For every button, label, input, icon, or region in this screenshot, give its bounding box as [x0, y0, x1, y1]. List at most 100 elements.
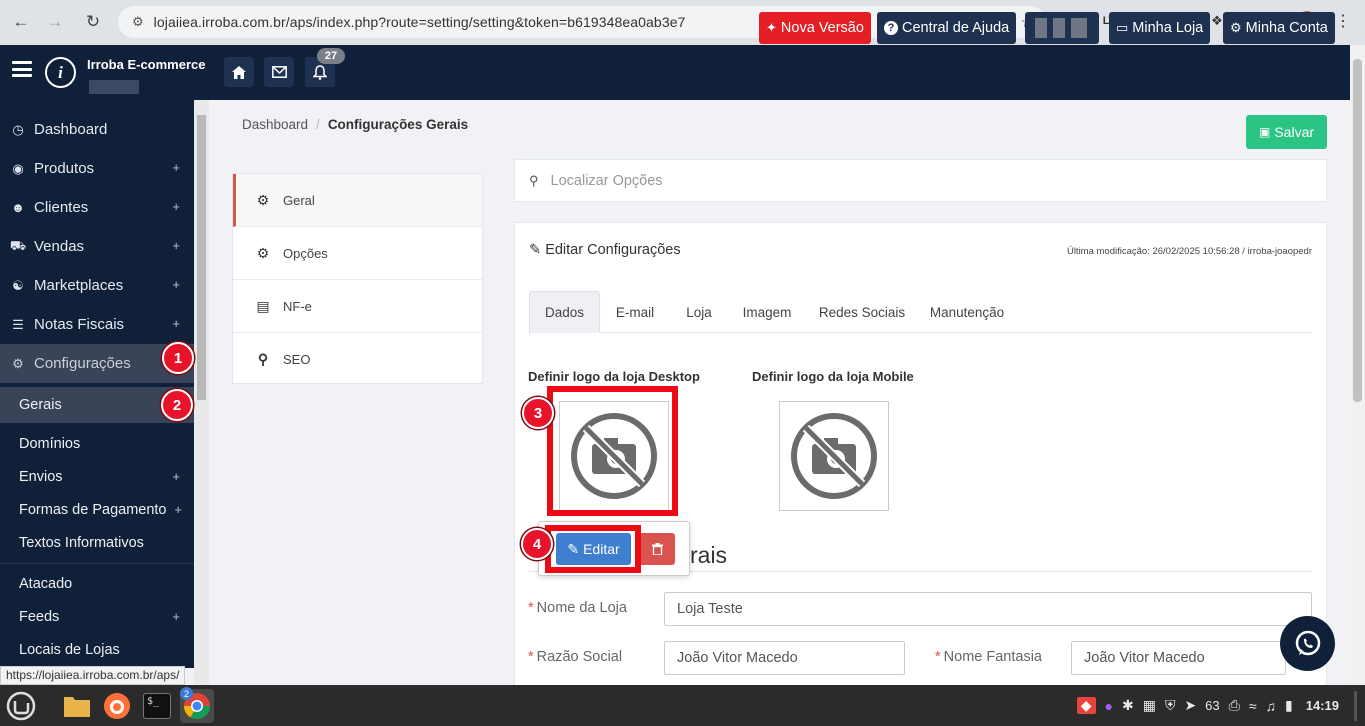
firefox-icon[interactable]: [100, 689, 134, 723]
settings-menu-nfe[interactable]: ▤ NF-e: [233, 280, 482, 333]
tab-manutencao[interactable]: Manutenção: [922, 291, 1012, 333]
anydesk-icon[interactable]: ◆: [1076, 697, 1096, 714]
logo-mobile-image[interactable]: [779, 401, 889, 511]
breadcrumb-dashboard-link[interactable]: Dashboard: [242, 117, 308, 132]
razao-social-field[interactable]: João Vitor Macedo: [664, 641, 905, 675]
sidebar-item-dashboard[interactable]: ◷ Dashboard: [0, 110, 194, 149]
tab-imagem[interactable]: Imagem: [732, 291, 802, 333]
minha-loja-button[interactable]: ▭ Minha Loja: [1109, 12, 1211, 44]
expand-plus-icon[interactable]: +: [172, 469, 180, 484]
expand-plus-icon[interactable]: +: [172, 277, 180, 292]
gears-icon: ⚙: [12, 355, 24, 371]
step-marker-4: 4: [521, 528, 553, 560]
nome-fantasia-label: * Nome Fantasia: [935, 649, 1042, 665]
music-icon[interactable]: ♫: [1266, 698, 1277, 714]
sidebar-subitem-dominios[interactable]: Domínios: [0, 427, 194, 460]
sidebar-subitem-atacado[interactable]: Atacado: [0, 567, 194, 600]
expand-plus-icon[interactable]: +: [172, 199, 180, 214]
sidebar-subitem-envios[interactable]: Envios +: [0, 460, 194, 493]
battery-icon[interactable]: ▮: [1285, 697, 1293, 714]
section-heading: rais: [690, 542, 728, 568]
files-folder-icon[interactable]: [60, 689, 94, 723]
back-icon[interactable]: ←: [8, 9, 34, 35]
expand-plus-icon[interactable]: +: [172, 238, 180, 253]
sidebar-subitem-textos-informativos[interactable]: Textos Informativos: [0, 526, 194, 559]
settings-menu-seo[interactable]: ⚲ SEO: [233, 333, 482, 386]
sidebar-subitem-label: Textos Informativos: [19, 534, 144, 551]
sidebar-item-label: Notas Fiscais: [34, 316, 125, 333]
settings-menu-label: NF-e: [283, 298, 312, 314]
central-ajuda-label: Central de Ajuda: [902, 20, 1010, 36]
nome-loja-field[interactable]: Loja Teste: [664, 592, 1312, 626]
app-header: i Irroba E-commerce: [0, 45, 1350, 100]
delete-logo-button[interactable]: [639, 533, 675, 565]
link-status-bar: https://lojaiiea.irroba.com.br/aps/: [0, 666, 186, 685]
printer-icon[interactable]: ⎙: [1229, 697, 1240, 714]
expand-plus-icon[interactable]: +: [172, 609, 180, 624]
gears-icon: ⚙: [256, 244, 270, 261]
logo-desktop-label: Definir logo da loja Desktop: [528, 369, 700, 384]
sidebar-item-notas-fiscais[interactable]: ☰ Notas Fiscais +: [0, 305, 194, 344]
sidebar-subitem-feeds[interactable]: Feeds +: [0, 600, 194, 633]
settings-menu-opcoes[interactable]: ⚙ Opções: [233, 227, 482, 280]
sidebar-subitem-label: Gerais: [19, 397, 62, 413]
sidebar-scrollbar[interactable]: [194, 100, 209, 685]
sidebar-item-clientes[interactable]: ☻ Clientes +: [0, 188, 194, 227]
url-text[interactable]: lojaiiea.irroba.com.br/aps/index.php?rou…: [154, 14, 686, 30]
tab-redes-sociais[interactable]: Redes Sociais: [812, 291, 912, 333]
nome-fantasia-field[interactable]: João Vitor Macedo: [1071, 641, 1286, 675]
blurred-header-item[interactable]: [1025, 12, 1099, 44]
sidebar-subitem-formas-pagamento[interactable]: Formas de Pagamento +: [0, 493, 194, 526]
central-ajuda-button[interactable]: ? Central de Ajuda: [877, 12, 1017, 44]
clipboard-icon[interactable]: ▦: [1143, 697, 1156, 714]
irroba-logo: i: [45, 57, 76, 88]
chrome-taskbar-icon[interactable]: 2: [180, 687, 214, 723]
tab-email[interactable]: E-mail: [602, 291, 668, 333]
save-button[interactable]: ▣ Salvar: [1246, 115, 1327, 149]
flame-app-icon[interactable]: ●: [1105, 698, 1113, 714]
system-tray: ◆ ● ✱ ▦ ⛨ ➤ 63 ⎙ ≈ ♫ ▮ 14:19: [1076, 685, 1357, 726]
forward-icon[interactable]: →: [42, 9, 68, 35]
clock[interactable]: 14:19: [1306, 698, 1339, 713]
pencil-icon: ✎: [529, 242, 542, 258]
terminal-icon[interactable]: $_: [140, 689, 174, 723]
sidebar-item-produtos[interactable]: ◉ Produtos +: [0, 149, 194, 188]
site-settings-icon[interactable]: ⚙: [132, 14, 144, 30]
minha-conta-button[interactable]: ⚙ Minha Conta: [1223, 12, 1335, 44]
expand-plus-icon[interactable]: +: [172, 160, 180, 175]
rocket-icon[interactable]: ➤: [1184, 697, 1196, 714]
chrome-window-count: 2: [180, 687, 193, 700]
sidebar-item-vendas[interactable]: ⛟ Vendas +: [0, 227, 194, 266]
sidebar-divider: [0, 563, 194, 564]
sidebar-subitem-locais-lojas[interactable]: Locais de Lojas: [0, 633, 194, 666]
nova-versao-button[interactable]: ✦ Nova Versão: [759, 12, 871, 44]
notification-count-badge: 27: [317, 48, 345, 64]
page-scrollbar[interactable]: [1350, 45, 1365, 685]
wifi-icon[interactable]: ≈: [1249, 698, 1257, 714]
tab-dados[interactable]: Dados: [529, 291, 600, 333]
show-desktop-button[interactable]: [1354, 690, 1357, 721]
shield-icon[interactable]: ⛨: [1165, 697, 1176, 714]
settings-menu-geral[interactable]: ⚙ Geral: [233, 174, 482, 227]
reload-icon[interactable]: ↻: [80, 9, 106, 35]
tab-loja[interactable]: Loja: [674, 291, 724, 333]
home-button[interactable]: [224, 57, 254, 87]
search-placeholder: Localizar Opções: [550, 172, 663, 189]
mail-button[interactable]: [264, 57, 294, 87]
bluetooth-icon[interactable]: ✱: [1122, 697, 1134, 714]
breadcrumb-separator: /: [316, 117, 320, 132]
panel-title: ✎ Editar Configurações: [529, 242, 681, 258]
whatsapp-button[interactable]: [1280, 616, 1335, 671]
sidebar-item-label: Produtos: [34, 160, 95, 177]
search-icon: ⚲: [529, 172, 539, 188]
expand-plus-icon[interactable]: +: [174, 502, 182, 517]
sidebar-item-marketplaces[interactable]: ☯ Marketplaces +: [0, 266, 194, 305]
battery-level: 63: [1205, 698, 1220, 713]
mint-menu-icon[interactable]: [4, 689, 38, 723]
chrome-menu-icon[interactable]: ⋮: [1332, 10, 1354, 32]
hamburger-menu-icon[interactable]: [12, 61, 32, 77]
step-marker-3: 3: [522, 397, 554, 429]
search-icon: ⚲: [257, 351, 269, 367]
options-search-input[interactable]: ⚲ Localizar Opções: [514, 159, 1327, 202]
expand-plus-icon[interactable]: +: [172, 316, 180, 331]
